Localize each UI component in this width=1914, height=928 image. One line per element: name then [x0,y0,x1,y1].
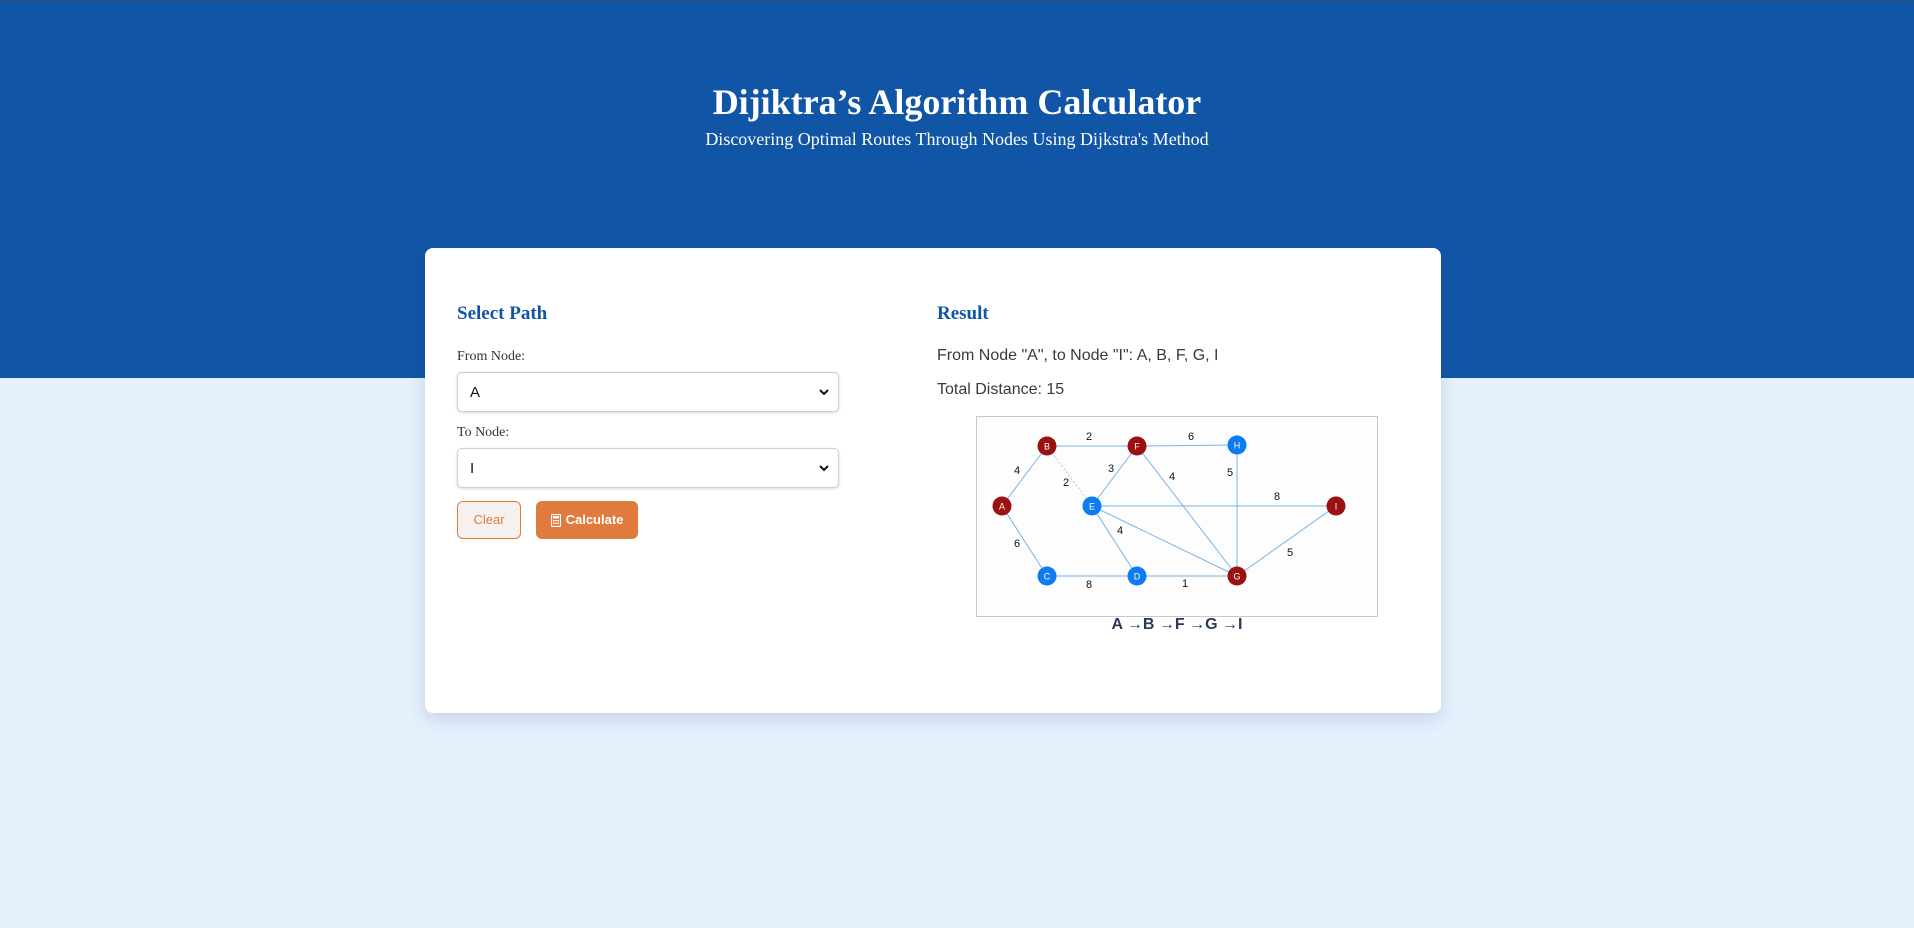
node-label: I [1335,502,1338,512]
edge-weight-C-D: 8 [1086,579,1092,591]
edge-weight-F-G: 4 [1169,471,1175,483]
route-result-text: From Node "A", to Node "I": A, B, F, G, … [937,347,1219,364]
node-label: A [999,502,1005,512]
edge-weight-E-I: 8 [1274,491,1280,503]
edge-weight-B-F: 2 [1086,431,1092,443]
to-node-value: I [470,460,475,477]
node-label: B [1044,442,1050,452]
node-G: G [1227,566,1247,586]
edge-weight-A-C: 6 [1014,538,1020,550]
to-node-select[interactable]: I [457,448,839,488]
select-path-heading: Select Path [457,303,548,324]
edge-weight-D-G: 1 [1182,578,1188,590]
node-label: G [1233,572,1240,582]
clear-button[interactable]: Clear [457,501,521,539]
edge-weight-E-D: 4 [1117,525,1123,537]
edge-weight-B-E: 2 [1063,477,1069,489]
node-F: F [1127,436,1147,456]
edge-weight-F-H: 6 [1188,431,1194,443]
node-label: C [1044,572,1051,582]
node-label: E [1089,502,1095,512]
edge-weight-G-I: 5 [1287,547,1293,559]
page-subtitle: Discovering Optimal Routes Through Nodes… [705,129,1209,149]
graph-frame [976,416,1378,617]
calculator-card: Select Path From Node: A To Node: I Clea… [425,248,1441,713]
calculator-icon [550,514,561,528]
node-E: E [1082,496,1102,516]
edge-weight-A-B: 4 [1014,465,1020,477]
to-node-label: To Node: [457,425,510,440]
node-label: D [1134,572,1141,582]
total-distance-text: Total Distance: 15 [937,381,1065,398]
node-D: D [1127,566,1147,586]
node-B: B [1037,436,1057,456]
chevron-down-icon [819,389,829,396]
shortest-path-display: A →B →F →G →I [1111,616,1243,633]
node-C: C [1037,566,1057,586]
from-node-value: A [470,384,481,401]
from-node-select[interactable]: A [457,372,839,412]
node-H: H [1227,435,1247,455]
from-node-label: From Node: [457,349,526,364]
graph-diagram: 4 6 2 2 8 1 3 4 8 6 4 5 5 A B C D E F G H I [976,416,1378,617]
calculate-label: Calculate [565,512,624,527]
node-I: I [1326,496,1346,516]
node-A: A [992,496,1012,516]
node-label: F [1134,442,1140,452]
page-title: Dijiktra’s Algorithm Calculator [712,82,1202,122]
edge-weight-H-G: 5 [1227,467,1233,479]
calculate-button[interactable]: Calculate [536,501,638,539]
result-heading: Result [937,303,989,324]
node-label: H [1234,441,1241,451]
chevron-down-icon [819,465,829,472]
edge-weight-E-F: 3 [1108,463,1114,475]
